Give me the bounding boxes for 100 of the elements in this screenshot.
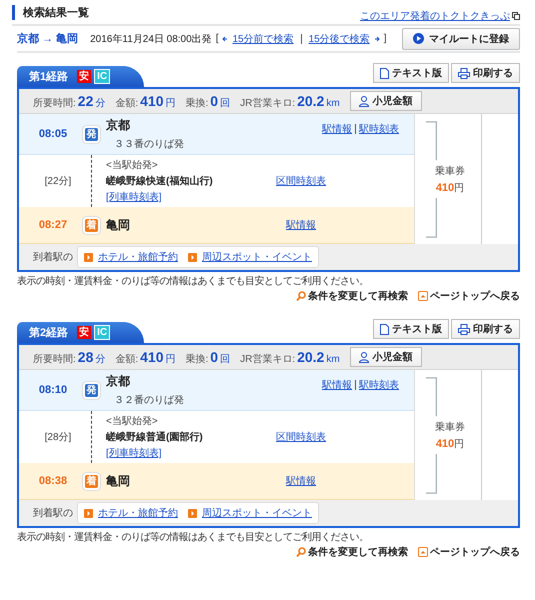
station-link[interactable]: 駅情報	[286, 474, 316, 488]
station-link[interactable]: 駅情報	[322, 122, 352, 136]
duration-text: [22分]	[44, 175, 72, 188]
arrival-station-label: 到着駅の	[33, 506, 73, 520]
search-icon	[296, 547, 306, 557]
bracket: ]	[384, 33, 386, 44]
summary-unit: 分	[95, 96, 106, 110]
fare-amount: 410	[436, 438, 454, 450]
station-link[interactable]: 駅情報	[322, 378, 352, 392]
fare-amount: 410	[436, 182, 454, 194]
interval-timetable-link[interactable]: 区間時刻表	[276, 430, 326, 444]
summary-label: 金額:	[115, 352, 138, 366]
departure-time: 08:10	[38, 384, 68, 396]
platform-text: ３３番のりば発	[113, 138, 185, 151]
platform-text: ３２番のりば発	[113, 394, 185, 407]
station-name: 京都	[106, 373, 131, 390]
summary-value: 410	[140, 348, 164, 364]
station-link[interactable]: 駅情報	[286, 218, 316, 232]
right-arrow-icon	[374, 36, 380, 42]
arrival-time: 08:38	[38, 475, 68, 487]
notice-text: 表示の時刻・運賃料金・のりば等の情報はあくまでも目安としてご利用ください。	[17, 274, 370, 288]
summary-unit: 回	[220, 96, 230, 110]
summary-value: 20.2	[297, 348, 324, 364]
fare-label: 乗車券	[435, 420, 465, 434]
station-link[interactable]: 駅時刻表	[359, 378, 399, 392]
arrival-mark: 着	[85, 474, 98, 488]
fare-label: 乗車券	[435, 164, 465, 178]
footer-link[interactable]: ホテル・旅館予約	[98, 506, 178, 520]
arrow-box-icon	[84, 508, 93, 518]
arrival-mark: 着	[85, 218, 98, 232]
page-top-link[interactable]: ページトップへ戻る	[430, 545, 520, 559]
text-version-button[interactable]: テキスト版	[373, 319, 449, 339]
person-icon	[358, 96, 369, 106]
bracket-line-icon	[425, 376, 439, 416]
departure-time: 08:05	[38, 128, 68, 140]
summary-unit: 円	[166, 96, 176, 110]
print-button[interactable]: 印刷する	[451, 63, 520, 83]
summary-unit: 円	[166, 352, 176, 366]
research-link[interactable]: 条件を変更して再検索	[308, 545, 408, 559]
route-name: 京都 → 亀岡	[17, 32, 78, 46]
research-link[interactable]: 条件を変更して再検索	[308, 289, 408, 303]
summary-label: 乗換:	[186, 96, 208, 110]
station-name: 京都	[106, 117, 131, 134]
bracket-line-icon	[425, 454, 439, 494]
page-top-link[interactable]: ページトップへ戻る	[430, 289, 520, 303]
summary-label: 所要時間:	[33, 96, 76, 110]
earlier-search-link[interactable]: 15分前で検索	[232, 32, 294, 46]
summary-value: 20.2	[297, 92, 324, 108]
bracket-line-icon	[425, 120, 439, 160]
train-timetable-link[interactable]: [列車時刻表]	[106, 190, 266, 204]
interval-timetable-link[interactable]: 区間時刻表	[276, 174, 326, 188]
page-title: 検索結果一覧	[12, 4, 89, 20]
summary-unit: km	[326, 354, 340, 364]
route-label: 第2経路	[29, 326, 68, 340]
station-link[interactable]: 駅時刻表	[359, 122, 399, 136]
summary-value: 0	[210, 348, 218, 364]
register-route-button[interactable]: マイルートに登録	[402, 28, 520, 50]
summary-label: 金額:	[115, 96, 138, 110]
summary-label: JR営業キロ:	[240, 96, 296, 110]
summary-value: 28	[78, 348, 94, 364]
train-timetable-link[interactable]: [列車時刻表]	[106, 446, 266, 460]
bracket: [	[216, 33, 218, 44]
fare-unit: 円	[454, 182, 464, 194]
arrival-station-label: 到着駅の	[33, 250, 73, 264]
footer-link[interactable]: 周辺スポット・イベント	[202, 250, 312, 264]
fare-unit: 円	[454, 438, 464, 450]
arrival-time: 08:27	[38, 219, 68, 231]
summary-label: JR営業キロ:	[240, 352, 296, 366]
summary-unit: km	[326, 98, 340, 108]
footer-link[interactable]: 周辺スポット・イベント	[202, 506, 312, 520]
summary-unit: 分	[95, 352, 106, 366]
summary-value: 22	[78, 92, 94, 108]
printer-icon	[458, 68, 470, 78]
search-icon	[296, 291, 306, 301]
departure-mark: 発	[85, 128, 98, 140]
summary-unit: 回	[220, 352, 230, 366]
play-icon	[413, 33, 424, 44]
later-search-link[interactable]: 15分後で検索	[308, 32, 370, 46]
document-icon	[380, 324, 389, 334]
child-fare-button[interactable]: 小児金額	[350, 347, 422, 367]
printer-icon	[458, 324, 470, 334]
summary-label: 所要時間:	[33, 352, 76, 366]
arrow-box-icon	[188, 508, 197, 518]
train-note: <当駅始発>	[106, 158, 159, 172]
departure-mark: 発	[85, 384, 98, 396]
summary-value: 0	[210, 92, 218, 108]
station-name: 亀岡	[106, 472, 131, 490]
train-name: 嵯峨野線普通(園部行)	[106, 430, 204, 444]
child-fare-button[interactable]: 小児金額	[350, 91, 422, 111]
duration-text: [28分]	[44, 431, 72, 444]
promo-link[interactable]: このエリア発着のトクトクきっぷ	[360, 9, 510, 23]
text-version-button[interactable]: テキスト版	[373, 63, 449, 83]
route-badge: IC	[94, 69, 110, 84]
footer-link[interactable]: ホテル・旅館予約	[98, 250, 178, 264]
arrow-box-icon	[84, 252, 93, 262]
station-name: 亀岡	[106, 216, 131, 234]
notice-text: 表示の時刻・運賃料金・のりば等の情報はあくまでも目安としてご利用ください。	[17, 530, 370, 544]
route-badge: IC	[94, 325, 110, 340]
print-button[interactable]: 印刷する	[451, 319, 520, 339]
route-badge: 安	[77, 326, 92, 339]
